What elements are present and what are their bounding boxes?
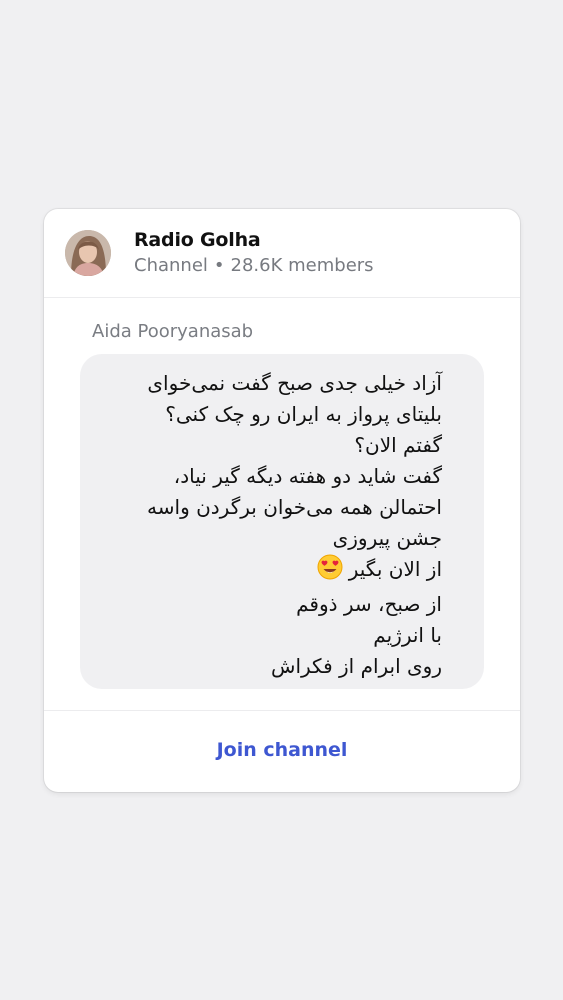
member-count: 28.6K members <box>230 255 374 276</box>
message-line: بلیتای پرواز به ایران رو چک کنی؟ <box>165 402 442 426</box>
message-line-with-emoji: از الان بگیر <box>82 554 442 589</box>
message-bubble: آزاد خیلی جدی صبح گفت نمی‌خوای بلیتای پر… <box>80 354 484 689</box>
channel-preview-card: Radio Golha Channel • 28.6K members Aida P… <box>44 209 520 792</box>
message-line: با انرژیم <box>373 623 442 647</box>
message-line: آزاد خیلی جدی صبح گفت نمی‌خوای <box>147 371 442 395</box>
join-channel-button[interactable]: Join channel <box>44 739 520 761</box>
message-line: روی ابرام از فکراش <box>271 654 442 678</box>
channel-avatar[interactable] <box>65 230 111 276</box>
message-line: از الان بگیر <box>348 557 442 581</box>
channel-subtitle: Channel • 28.6K members <box>134 255 374 276</box>
avatar-image <box>65 230 111 276</box>
message-line: از صبح، سر ذوقم <box>296 592 442 616</box>
message-line: گفتم الان؟ <box>354 433 442 457</box>
message-line: جشن پیروزی <box>332 526 442 550</box>
post-author: Aida Pooryanasab <box>92 321 254 342</box>
channel-title[interactable]: Radio Golha <box>134 229 261 251</box>
message-line: گفت شاید دو هفته دیگه گیر نیاد، <box>173 464 442 488</box>
channel-header[interactable]: Radio Golha Channel • 28.6K members <box>44 209 520 298</box>
message-text: آزاد خیلی جدی صبح گفت نمی‌خوای بلیتای پر… <box>82 368 442 682</box>
heart-eyes-emoji-icon <box>317 554 343 589</box>
channel-type-label: Channel <box>134 255 208 276</box>
card-footer: Join channel <box>44 710 520 792</box>
meta-separator: • <box>213 255 225 276</box>
message-line: احتمالن همه می‌خوان برگردن واسه <box>147 495 442 519</box>
